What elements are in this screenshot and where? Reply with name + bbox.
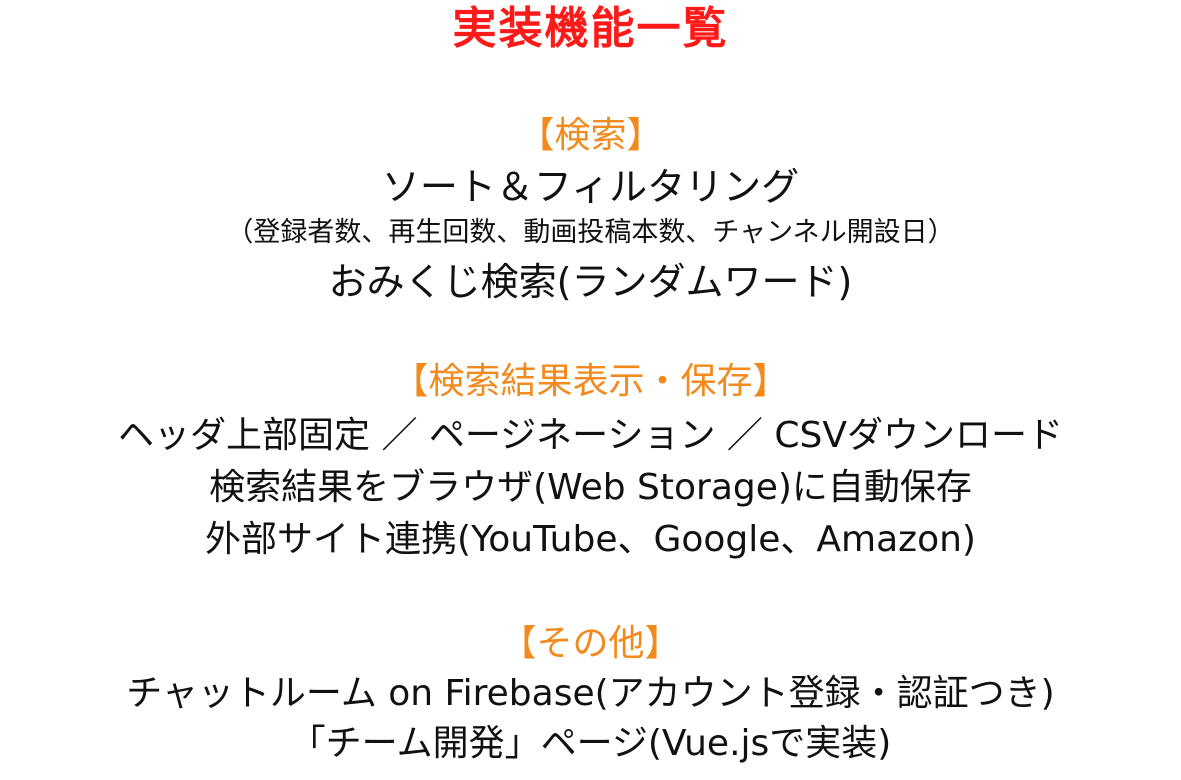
feature-sort-filter-details: （登録者数、再生回数、動画投稿本数、チャンネル開設日） [226, 217, 955, 248]
section-heading-results: 【検索結果表示・保存】 [392, 361, 789, 402]
feature-omikuji-search: おみくじ検索(ランダムワード) [328, 260, 853, 304]
feature-header-pagination-csv: ヘッダ上部固定 ／ ページネーション ／ CSVダウンロード [118, 415, 1063, 456]
feature-chatroom-firebase: チャットルーム on Firebase(アカウント登録・認証つき) [126, 673, 1055, 714]
section-heading-other: 【その他】 [500, 623, 681, 664]
page-title: 実装機能一覧 [452, 3, 729, 54]
feature-list-slide: 実装機能一覧 【検索】 ソート＆フィルタリング （登録者数、再生回数、動画投稿本… [0, 0, 1181, 780]
feature-team-dev-page: 「チーム開発」ページ(Vue.jsで実装) [289, 723, 892, 764]
feature-sort-filter: ソート＆フィルタリング [381, 165, 800, 209]
feature-external-links: 外部サイト連携(YouTube、Google、Amazon) [205, 519, 976, 560]
section-heading-search: 【検索】 [518, 115, 663, 156]
feature-web-storage-save: 検索結果をブラウザ(Web Storage)に自動保存 [209, 467, 972, 508]
